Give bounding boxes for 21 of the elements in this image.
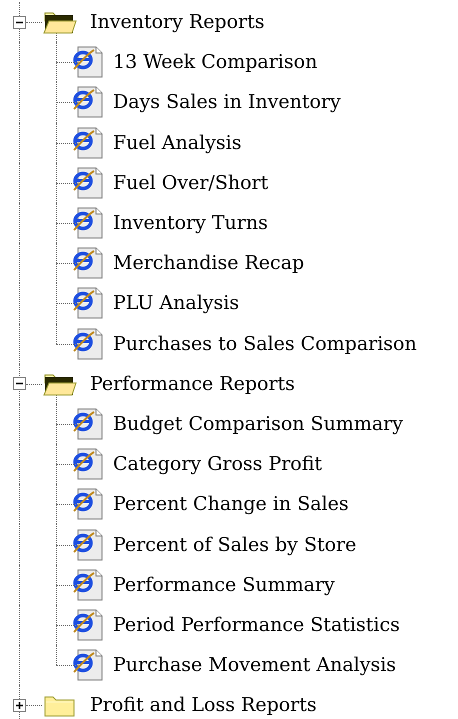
report-link[interactable]: 13 Week Comparison bbox=[113, 51, 318, 74]
report-link[interactable]: Inventory Turns bbox=[113, 212, 268, 234]
expander-icon[interactable] bbox=[13, 377, 26, 390]
report-link[interactable]: Purchases to Sales Comparison bbox=[113, 332, 417, 355]
expander-icon[interactable] bbox=[13, 698, 26, 712]
report-link[interactable]: Percent of Sales by Store bbox=[113, 534, 356, 556]
report-link[interactable]: Fuel Over/Short bbox=[113, 172, 268, 194]
expander-icon[interactable] bbox=[13, 16, 26, 29]
report-link[interactable]: Purchase Movement Analysis bbox=[113, 654, 396, 676]
report-link[interactable]: Fuel Analysis bbox=[113, 132, 242, 154]
report-link[interactable]: Days Sales in Inventory bbox=[113, 91, 341, 114]
report-link[interactable]: Percent Change in Sales bbox=[113, 493, 349, 516]
folder-label[interactable]: Profit and Loss Reports bbox=[90, 694, 317, 716]
folder-label[interactable]: Inventory Reports bbox=[90, 11, 265, 34]
report-link[interactable]: Budget Comparison Summary bbox=[113, 412, 403, 435]
report-link[interactable]: Performance Summary bbox=[113, 574, 335, 596]
folder-label[interactable]: Performance Reports bbox=[90, 372, 295, 395]
report-link[interactable]: Merchandise Recap bbox=[113, 252, 304, 274]
report-link[interactable]: Period Performance Statistics bbox=[113, 614, 400, 636]
report-link[interactable]: PLU Analysis bbox=[113, 292, 240, 314]
report-link[interactable]: Category Gross Profit bbox=[113, 453, 322, 476]
